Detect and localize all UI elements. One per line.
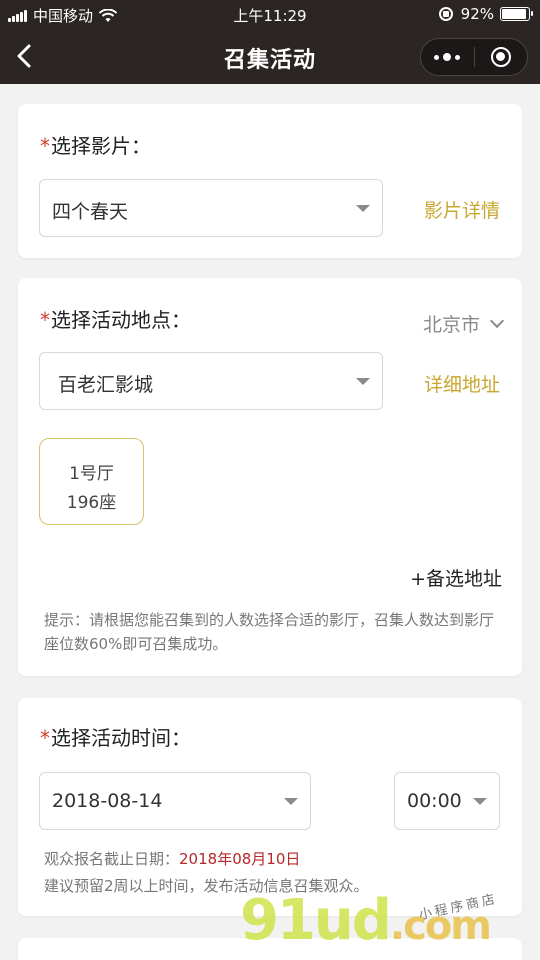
more-button[interactable]: [421, 39, 474, 75]
time-card: *选择活动时间： 2018-08-14 00:00 观众报名截止日期：2018年…: [18, 698, 522, 916]
film-detail-link[interactable]: 影片详情: [424, 196, 500, 223]
city-name: 北京市: [422, 314, 480, 336]
caret-down-icon: [473, 798, 487, 805]
film-label: *选择影片：: [40, 134, 151, 158]
target-icon: [490, 47, 511, 67]
more-dots-icon: [432, 53, 462, 61]
film-select[interactable]: 四个春天: [39, 179, 383, 237]
venue-tip: 提示：请根据您能召集到的人数选择合适的影厅，召集人数达到影厅座位数60%即可召集…: [44, 611, 495, 653]
city-selector[interactable]: 北京市: [422, 310, 505, 337]
chevron-down-icon: [489, 313, 505, 328]
status-bar: 中国移动 上午11:29 92%: [0, 0, 540, 30]
clock-value: 00:00: [407, 790, 462, 812]
time-label: *选择活动时间：: [40, 726, 191, 750]
rotation-lock-icon: [438, 7, 453, 21]
hall-name: 1号厅: [69, 464, 114, 484]
hall-option[interactable]: 1号厅 196座: [39, 438, 144, 525]
date-value: 2018-08-14: [52, 790, 163, 812]
venue-select-value: 百老汇影城: [58, 374, 154, 396]
battery-percent: 92%: [460, 5, 494, 23]
film-select-value: 四个春天: [52, 201, 129, 223]
venue-select[interactable]: 百老汇影城: [39, 352, 383, 410]
add-alternative-button[interactable]: +备选地址: [410, 564, 502, 591]
venue-card: *选择活动地点： 北京市 百老汇影城 详细地址 1号厅 196座 +备选地址 提…: [18, 278, 522, 676]
miniprogram-capsule: [420, 38, 528, 76]
caret-down-icon: [356, 205, 370, 212]
deadline-hint: 观众报名截止日期：2018年08月10日: [44, 850, 301, 868]
clock-select[interactable]: 00:00: [394, 772, 500, 830]
film-card: *选择影片： 四个春天 影片详情: [18, 104, 522, 258]
venue-detail-link[interactable]: 详细地址: [424, 370, 500, 397]
deadline-date: 2018年08月10日: [179, 850, 301, 868]
caret-down-icon: [356, 378, 370, 385]
caret-down-icon: [284, 798, 298, 805]
nav-bar: 召集活动: [0, 30, 540, 84]
top-bar: 中国移动 上午11:29 92% 召集活动: [0, 0, 540, 84]
venue-label: *选择活动地点：: [40, 308, 191, 332]
close-miniprogram-button[interactable]: [475, 39, 528, 75]
battery-icon: [500, 7, 533, 21]
hall-seats: 196座: [66, 493, 117, 513]
date-select[interactable]: 2018-08-14: [39, 772, 311, 830]
